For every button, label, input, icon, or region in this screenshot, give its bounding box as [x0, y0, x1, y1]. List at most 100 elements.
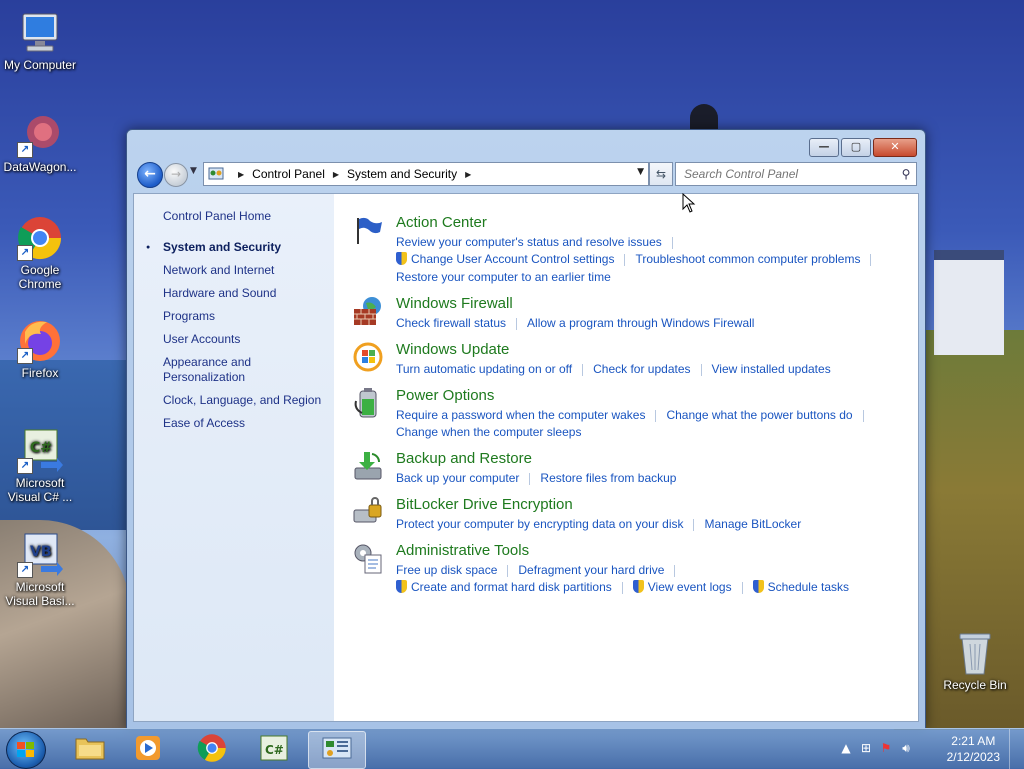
sidebar-item-user-accounts[interactable]: User Accounts [163, 332, 328, 347]
breadcrumb-system-and-security[interactable]: System and Security [347, 167, 457, 181]
sidebar-item-hardware-and-sound[interactable]: Hardware and Sound [163, 286, 328, 301]
link-restore-files[interactable]: Restore files from backup [540, 471, 676, 485]
desktop-icon-visual-basic[interactable]: VB ↗ Microsoft Visual Basi... [0, 532, 80, 608]
visual-basic-icon: VB ↗ [17, 532, 63, 578]
sidebar-item-appearance-and-personalization[interactable]: Appearance and Personalization [163, 355, 328, 385]
desktop-icon-datawagon[interactable]: ↗ DataWagon... [0, 112, 80, 174]
uac-shield-icon [752, 580, 764, 593]
taskbar-control-panel[interactable] [308, 731, 366, 769]
control-panel-icon [208, 166, 224, 182]
link-row: Turn automatic updating on or off Check f… [396, 362, 831, 376]
address-dropdown-icon[interactable]: ▼ [637, 167, 644, 177]
action-center-flag-icon[interactable]: ⚑ [878, 741, 894, 757]
visual-csharp-icon: C# ↗ [17, 428, 63, 474]
clock-time: 2:21 AM [951, 734, 996, 748]
link-manage-bitlocker[interactable]: Manage BitLocker [704, 517, 801, 531]
shortcut-arrow-icon: ↗ [17, 142, 33, 158]
link-require-password-wake[interactable]: Require a password when the computer wak… [396, 408, 645, 422]
link-protect-encrypting[interactable]: Protect your computer by encrypting data… [396, 517, 683, 531]
network-icon[interactable]: ⊞ [858, 741, 874, 757]
link-row: Protect your computer by encrypting data… [396, 517, 801, 531]
link-restore-computer[interactable]: Restore your computer to an earlier time [396, 270, 611, 284]
system-tray: ▲ ⊞ ⚑ 🔊︎ 2:21 AM 2/12/2023 [834, 729, 1024, 769]
category-title[interactable]: BitLocker Drive Encryption [396, 496, 573, 513]
sidebar-item-programs[interactable]: Programs [163, 309, 328, 324]
link-troubleshoot-problems[interactable]: Troubleshoot common computer problems [635, 252, 860, 266]
search-box: ⚲ [675, 162, 917, 186]
link-automatic-updating[interactable]: Turn automatic updating on or off [396, 362, 572, 376]
link-separator [655, 409, 657, 422]
show-hidden-icons-icon[interactable]: ▲ [838, 741, 854, 757]
link-review-status[interactable]: Review your computer's status and resolv… [396, 235, 662, 249]
close-icon: ✕ [890, 140, 900, 153]
clock[interactable]: 2:21 AM 2/12/2023 [947, 733, 1000, 765]
minimize-button[interactable]: — [809, 138, 839, 157]
taskbar-file-explorer[interactable] [62, 731, 118, 767]
refresh-button[interactable]: ⇆ [649, 162, 673, 186]
taskbar-google-chrome[interactable] [184, 731, 240, 767]
breadcrumb-separator-icon[interactable]: ▶ [333, 170, 339, 179]
link-check-for-updates[interactable]: Check for updates [593, 362, 690, 376]
desktop-icon-firefox[interactable]: ↗ Firefox [0, 318, 80, 380]
category-pane: Action Center Review your computer's sta… [334, 194, 918, 721]
content-area: Control Panel Home System and Security N… [133, 193, 919, 722]
category-title[interactable]: Windows Update [396, 341, 509, 358]
category-title[interactable]: Administrative Tools [396, 542, 529, 559]
link-format-partitions[interactable]: Create and format hard disk partitions [411, 580, 612, 594]
desktop-icon-google-chrome[interactable]: ↗ Google Chrome [0, 215, 80, 291]
link-row: Require a password when the computer wak… [396, 408, 874, 422]
desktop-icon-visual-csharp[interactable]: C# ↗ Microsoft Visual C# ... [0, 428, 80, 504]
address-bar[interactable]: ▶ Control Panel ▶ System and Security ▶ … [203, 162, 649, 186]
bitlocker-icon [352, 496, 384, 528]
link-view-installed-updates[interactable]: View installed updates [712, 362, 831, 376]
wallpaper-lighthouse [690, 104, 718, 130]
forward-button[interactable]: → [164, 163, 188, 187]
link-power-buttons[interactable]: Change what the power buttons do [666, 408, 852, 422]
link-row: Change User Account Control settings Trou… [396, 252, 881, 266]
breadcrumb-separator-icon[interactable]: ▶ [238, 170, 244, 179]
category-title[interactable]: Backup and Restore [396, 450, 532, 467]
link-free-up-disk-space[interactable]: Free up disk space [396, 563, 497, 577]
link-view-event-logs[interactable]: View event logs [648, 580, 732, 594]
category-title[interactable]: Windows Firewall [396, 295, 513, 312]
link-row: Free up disk space Defragment your hard d… [396, 563, 685, 577]
breadcrumb-control-panel[interactable]: Control Panel [252, 167, 325, 181]
link-change-uac-settings[interactable]: Change User Account Control settings [411, 252, 614, 266]
start-button[interactable] [6, 731, 46, 769]
sidebar-item-clock-language-region[interactable]: Clock, Language, and Region [163, 393, 328, 408]
search-input[interactable] [682, 166, 896, 182]
breadcrumb-separator-icon[interactable]: ▶ [465, 170, 471, 179]
category-title[interactable]: Power Options [396, 387, 494, 404]
link-schedule-tasks[interactable]: Schedule tasks [768, 580, 849, 594]
control-panel-home-link[interactable]: Control Panel Home [163, 209, 271, 223]
link-row: Back up your computer Restore files from … [396, 471, 676, 485]
control-panel-icon [322, 736, 352, 765]
left-navigation-pane: Control Panel Home System and Security N… [134, 194, 334, 721]
link-defragment[interactable]: Defragment your hard drive [518, 563, 664, 577]
search-icon[interactable]: ⚲ [896, 167, 916, 181]
desktop-icon-my-computer[interactable]: My Computer [0, 10, 80, 72]
desktop-icon-recycle-bin[interactable]: Recycle Bin [935, 630, 1015, 692]
volume-icon[interactable]: 🔊︎ [898, 741, 914, 757]
taskbar-media-player[interactable] [120, 731, 176, 767]
link-back-up-computer[interactable]: Back up your computer [396, 471, 519, 485]
link-separator [674, 564, 676, 577]
visual-csharp-icon: C# [259, 735, 289, 764]
category-title[interactable]: Action Center [396, 214, 487, 231]
back-button[interactable]: ← [137, 162, 163, 188]
close-button[interactable]: ✕ [873, 138, 917, 157]
taskbar-visual-csharp[interactable]: C# [246, 731, 302, 767]
shortcut-arrow-icon: ↗ [17, 458, 33, 474]
maximize-button[interactable]: ▢ [841, 138, 871, 157]
show-desktop-button[interactable] [1009, 729, 1024, 769]
recent-pages-button[interactable]: ▼ [190, 166, 197, 176]
link-check-firewall-status[interactable]: Check firewall status [396, 316, 506, 330]
sidebar-item-ease-of-access[interactable]: Ease of Access [163, 416, 328, 431]
sidebar-item-system-and-security[interactable]: System and Security [146, 240, 328, 255]
taskbar: C# ▲ ⊞ ⚑ 🔊︎ 2:21 AM 2/12/2023 [0, 728, 1024, 769]
link-allow-program-firewall[interactable]: Allow a program through Windows Firewall [527, 316, 754, 330]
link-computer-sleeps[interactable]: Change when the computer sleeps [396, 425, 581, 439]
desktop-icon-label: Recycle Bin [943, 678, 1007, 692]
sidebar-item-network-and-internet[interactable]: Network and Internet [163, 263, 328, 278]
windows-logo-icon [17, 742, 35, 758]
